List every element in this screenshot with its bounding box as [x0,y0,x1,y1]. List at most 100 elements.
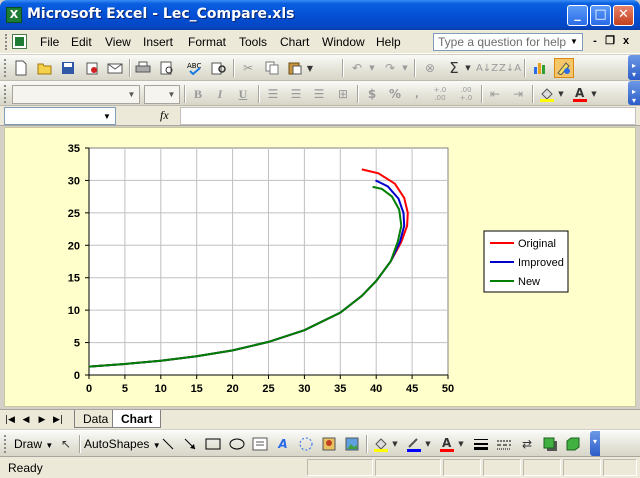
chart-area[interactable]: 0 5 10 15 20 25 30 35 40 45 50 0 5 10 15 20 25 30 35 Origi… [4,127,636,407]
print-preview-icon[interactable] [157,58,177,78]
diagram-icon[interactable] [296,434,316,454]
dash-style-icon[interactable] [494,434,514,454]
menu-tools[interactable]: Tools [239,35,267,49]
print-icon[interactable] [133,58,153,78]
toolbar-options-icon[interactable]: ▸ ▾ [628,55,640,80]
comma-style-icon[interactable]: , [407,84,427,104]
menu-insert[interactable]: Insert [143,35,173,49]
last-sheet-icon[interactable]: ▶| [52,413,64,427]
select-objects-icon[interactable]: ↖ [56,434,76,454]
line-color-dropdown-icon[interactable]: ▼ [423,434,433,454]
paste-icon[interactable] [285,58,305,78]
undo-dropdown-icon[interactable]: ▼ [367,58,377,78]
open-icon[interactable] [35,58,55,78]
toolbar-options-icon[interactable]: ▾ [590,431,600,456]
toolbar-grip[interactable] [4,435,7,453]
fill-color-dropdown-icon[interactable]: ▼ [390,434,400,454]
help-question-input[interactable]: Type a question for help ▼ [433,33,583,51]
fill-color-icon[interactable] [537,84,557,104]
draw-menu-button[interactable]: Draw ▼ [14,437,53,451]
percent-button[interactable]: % [385,84,405,104]
menu-format[interactable]: Format [188,35,226,49]
font-size-select[interactable]: ▼ [144,85,180,104]
picture-icon[interactable] [342,434,362,454]
font-name-select[interactable]: ▼ [12,85,140,104]
toolbar-grip[interactable] [4,85,7,103]
font-color-icon[interactable]: A [570,84,590,104]
autosum-icon[interactable]: Σ [444,58,464,78]
arrow-style-icon[interactable]: ⇄ [517,434,537,454]
name-box[interactable]: ▼ [4,107,116,125]
redo-icon[interactable]: ↷ [380,58,400,78]
currency-button[interactable]: $ [362,84,382,104]
research-icon[interactable] [209,58,229,78]
font-color-icon[interactable]: A [437,434,457,454]
shadow-style-icon[interactable] [540,434,560,454]
previous-sheet-icon[interactable]: ◀ [20,413,32,427]
menu-grip[interactable] [5,34,8,50]
formula-input[interactable] [180,107,636,125]
drawing-icon[interactable] [554,58,574,78]
increase-decimal-button[interactable]: +.0 .00 [428,84,452,104]
increase-indent-icon[interactable]: ⇥ [508,84,528,104]
line-icon[interactable] [158,434,178,454]
align-right-icon[interactable]: ☰ [309,84,329,104]
sort-ascending-icon[interactable]: A↓Z [476,58,498,78]
save-icon[interactable] [58,58,78,78]
decrease-decimal-button[interactable]: .00 +.0 [454,84,478,104]
menu-help[interactable]: Help [376,35,401,49]
undo-icon[interactable]: ↶ [347,58,367,78]
copy-icon[interactable] [262,58,282,78]
menu-view[interactable]: View [105,35,131,49]
merge-center-icon[interactable]: ⊞ [333,84,353,104]
autoshapes-menu-button[interactable]: AutoShapes ▼ [84,437,161,451]
workbook-icon[interactable] [12,34,27,49]
text-box-icon[interactable] [250,434,270,454]
underline-button[interactable]: U [233,84,253,104]
font-color-dropdown-icon[interactable]: ▼ [589,84,599,104]
align-center-icon[interactable]: ☰ [286,84,306,104]
3d-style-icon[interactable] [563,434,583,454]
hyperlink-icon[interactable]: ⊗ [420,58,440,78]
minimize-button[interactable]: _ [567,5,588,26]
sort-descending-icon[interactable]: Z↓A [499,58,521,78]
first-sheet-icon[interactable]: |◀ [4,413,16,427]
line-style-icon[interactable] [471,434,491,454]
close-button[interactable]: ✕ [613,5,634,26]
arrow-icon[interactable] [180,434,200,454]
menu-window[interactable]: Window [322,35,365,49]
align-left-icon[interactable]: ☰ [263,84,283,104]
chart-wizard-icon[interactable] [530,58,550,78]
excel-app-icon[interactable]: X [6,7,22,23]
paste-dropdown-icon[interactable]: ▼ [304,58,316,78]
menu-file[interactable]: File [40,35,59,49]
menu-edit[interactable]: Edit [71,35,92,49]
decrease-indent-icon[interactable]: ⇤ [485,84,505,104]
insert-function-button[interactable]: fx [160,108,169,123]
sheet-tab-data[interactable]: Data [74,410,118,428]
email-icon[interactable] [105,58,125,78]
autosum-dropdown-icon[interactable]: ▼ [463,58,473,78]
toolbar-options-icon[interactable]: ▸ ▾ [628,81,640,105]
sheet-tab-chart[interactable]: Chart [112,410,162,428]
spelling-icon[interactable]: ABC [185,58,205,78]
next-sheet-icon[interactable]: ▶ [36,413,48,427]
chevron-down-icon[interactable]: ▼ [568,35,580,49]
permission-icon[interactable] [82,58,102,78]
fill-color-dropdown-icon[interactable]: ▼ [556,84,566,104]
bold-button[interactable]: B [188,84,208,104]
redo-dropdown-icon[interactable]: ▼ [400,58,410,78]
workbook-close-button[interactable]: x [619,34,633,48]
chevron-down-icon[interactable]: ▼ [101,109,113,124]
new-icon[interactable] [11,58,31,78]
line-chart[interactable]: 0 5 10 15 20 25 30 35 40 45 50 0 5 10 15 20 25 30 35 Origi… [5,128,637,408]
wordart-icon[interactable]: A [273,434,293,454]
italic-button[interactable]: I [210,84,230,104]
oval-icon[interactable] [227,434,247,454]
line-color-icon[interactable] [404,434,424,454]
maximize-button[interactable]: □ [590,5,611,26]
clip-art-icon[interactable] [319,434,339,454]
cut-icon[interactable]: ✂ [238,58,258,78]
workbook-minimize-button[interactable]: - [588,34,602,48]
workbook-restore-button[interactable]: ❐ [603,34,617,48]
